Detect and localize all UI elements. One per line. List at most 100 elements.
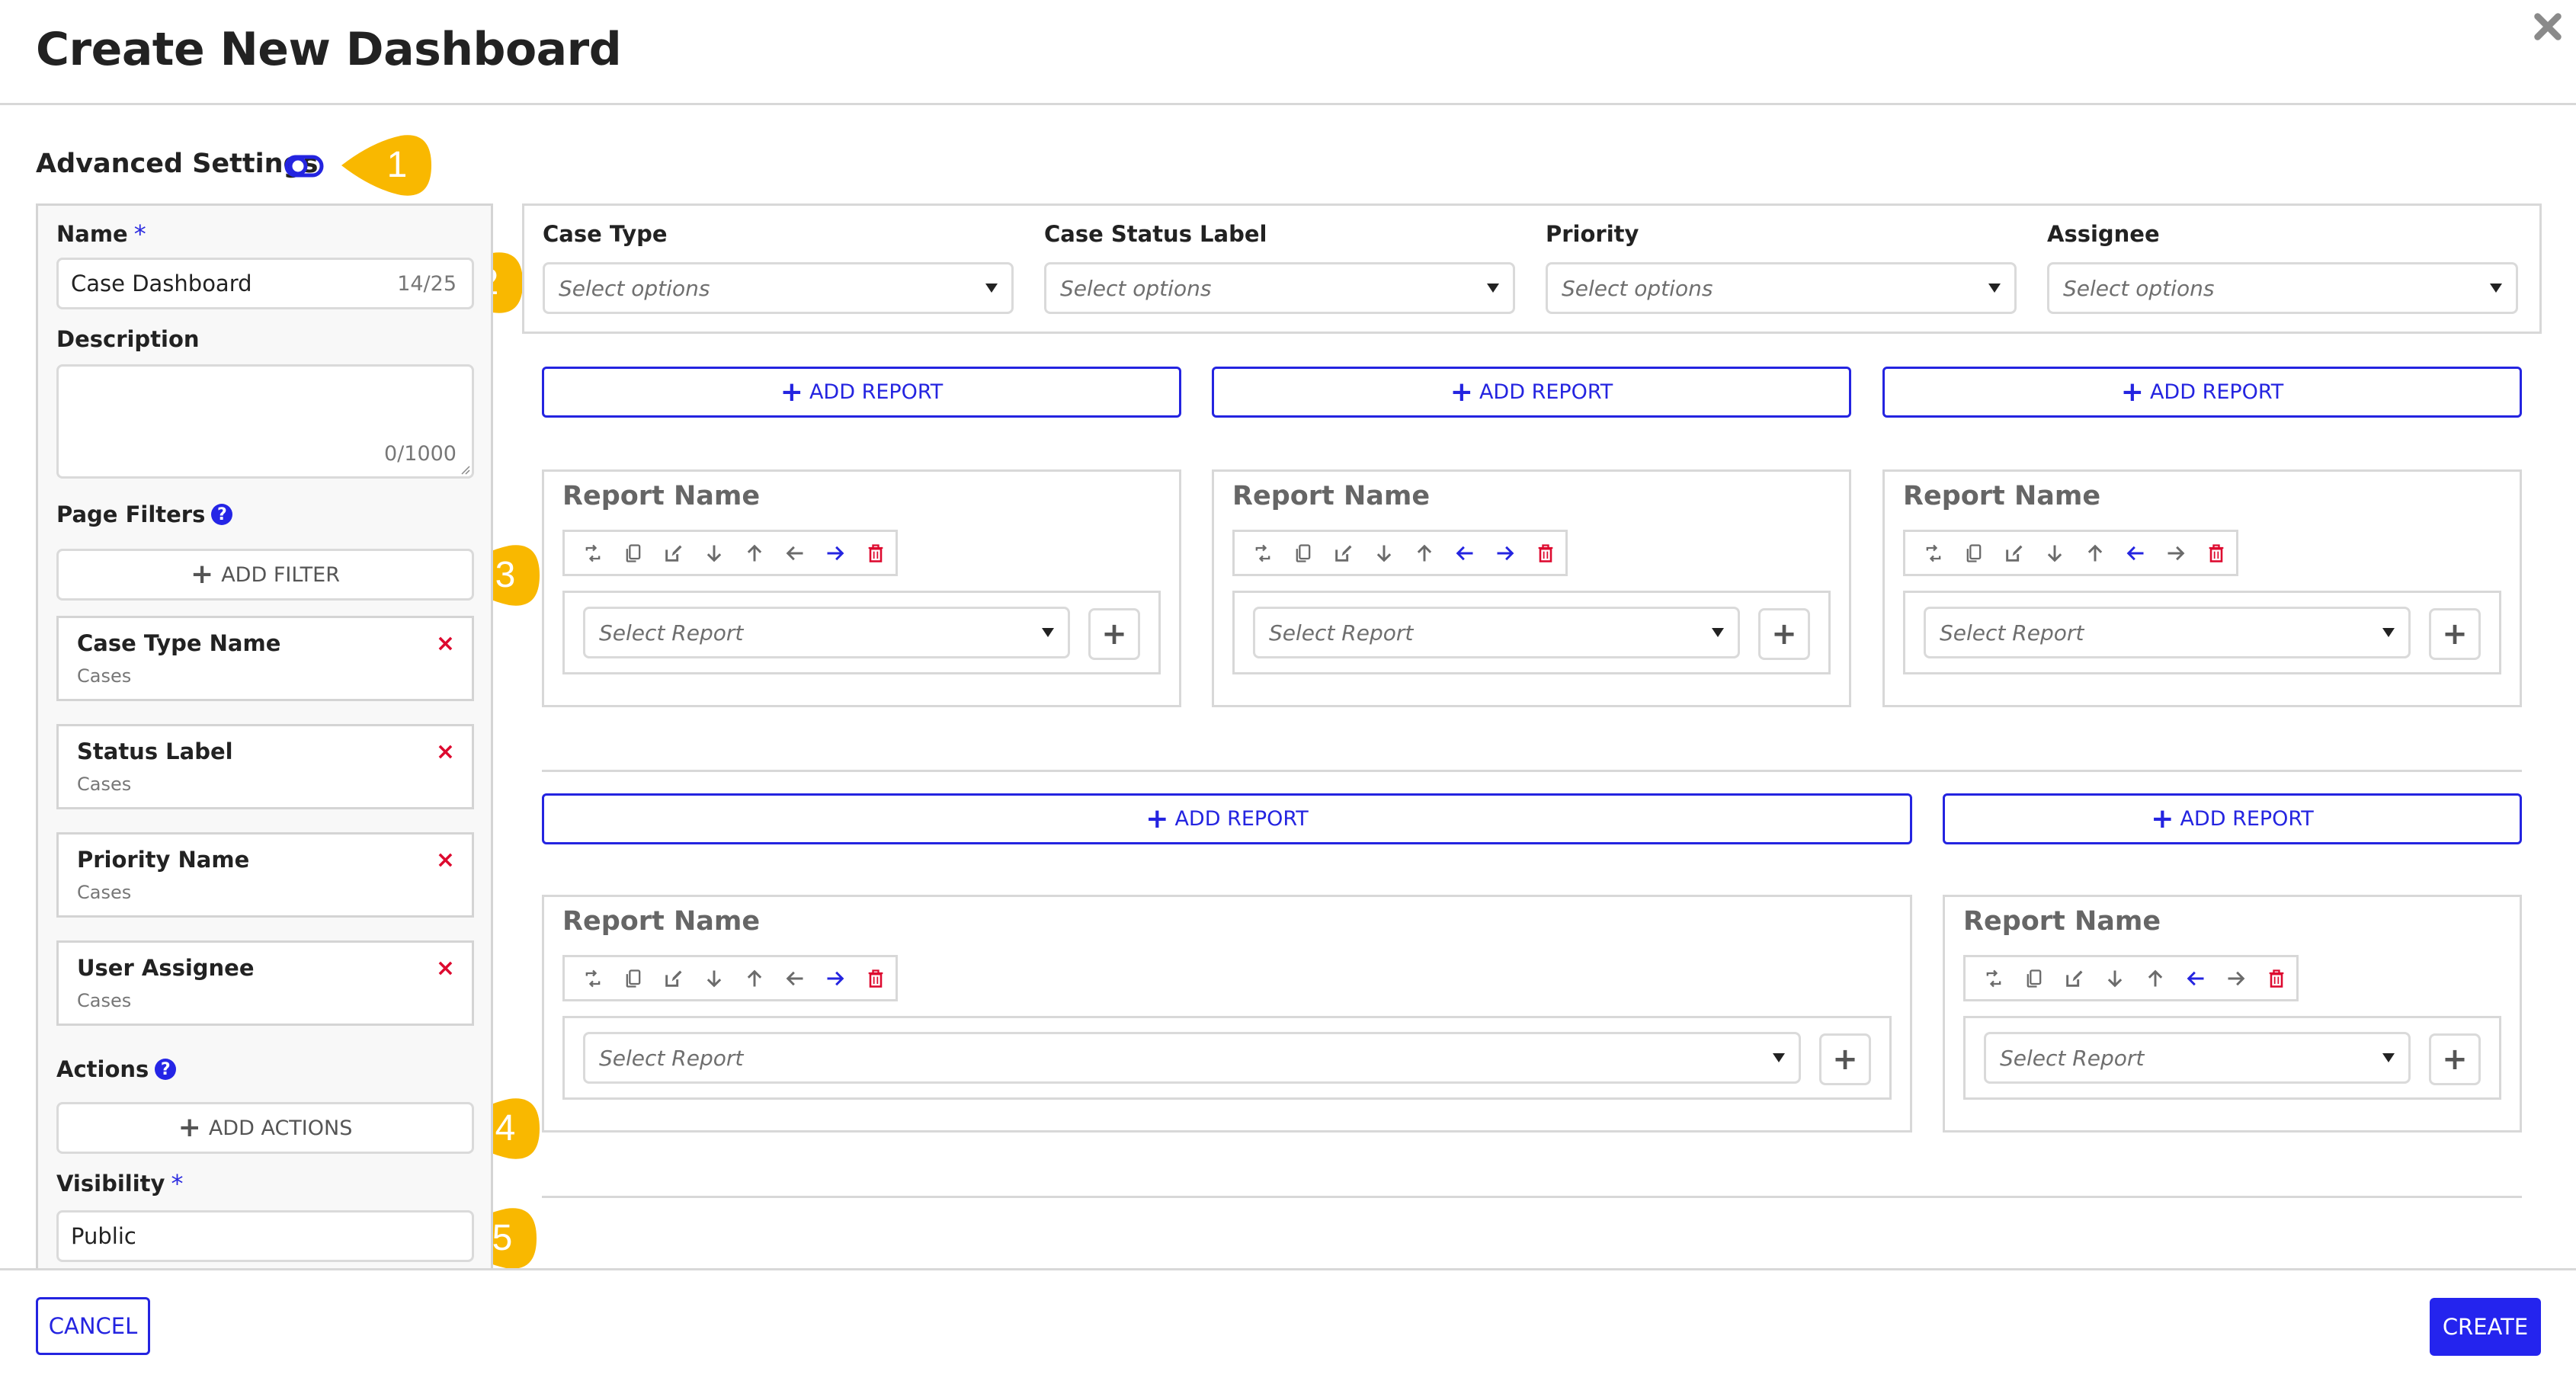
arrow-right-button[interactable] xyxy=(1485,538,1525,569)
duplicate-button[interactable] xyxy=(1283,538,1323,569)
name-char-counter: 14/25 xyxy=(397,271,457,296)
plus-icon: + xyxy=(780,376,803,408)
edit-icon xyxy=(665,970,681,987)
close-button[interactable] xyxy=(2530,9,2565,44)
arrow-left-button[interactable] xyxy=(774,538,815,569)
name-label: Name * xyxy=(56,219,146,248)
add-report-button[interactable]: + ADD REPORT xyxy=(1943,793,2522,844)
add-report-item-button[interactable]: + xyxy=(2429,1033,2481,1085)
swap-icon xyxy=(585,544,600,562)
remove-filter-icon[interactable]: × xyxy=(436,955,455,982)
report-card: Report Name Select Report + xyxy=(1943,895,2522,1133)
add-report-item-button[interactable]: + xyxy=(1758,608,1810,660)
select-report-dropdown[interactable]: Select Report xyxy=(1253,607,1740,658)
arrow-left-button[interactable] xyxy=(1444,538,1485,569)
swap-button[interactable] xyxy=(572,538,613,569)
arrow-left-button[interactable] xyxy=(774,963,815,994)
add-report-button[interactable]: + ADD REPORT xyxy=(542,793,1912,844)
required-mark: * xyxy=(171,1169,184,1198)
arrow-down-button[interactable] xyxy=(2094,963,2135,994)
create-button[interactable]: CREATE xyxy=(2430,1298,2541,1356)
trash-icon xyxy=(2269,969,2283,988)
swap-button[interactable] xyxy=(1913,538,1953,569)
case-status-label-select[interactable]: Select options xyxy=(1044,262,1515,314)
assignee-select[interactable]: Select options xyxy=(2047,262,2518,314)
arrow-up-button[interactable] xyxy=(2135,963,2175,994)
trash-button[interactable] xyxy=(855,963,896,994)
trash-button[interactable] xyxy=(2196,538,2236,569)
page-filters-label: Page Filters ? xyxy=(56,501,233,527)
add-report-button[interactable]: + ADD REPORT xyxy=(1882,367,2522,418)
duplicate-button[interactable] xyxy=(1953,538,1994,569)
trash-button[interactable] xyxy=(2256,963,2296,994)
plus-icon: + xyxy=(1832,1042,1858,1077)
add-report-item-button[interactable]: + xyxy=(2429,608,2481,660)
add-filter-button[interactable]: + ADD FILTER xyxy=(56,549,474,601)
page-filters-help-icon[interactable]: ? xyxy=(211,504,233,525)
arrow-down-button[interactable] xyxy=(694,538,734,569)
plus-icon: + xyxy=(1450,376,1473,408)
add-report-button[interactable]: + ADD REPORT xyxy=(1212,367,1851,418)
arrow-up-button[interactable] xyxy=(734,963,774,994)
arrow-left-button[interactable] xyxy=(2115,538,2155,569)
case-type-select[interactable]: Select options xyxy=(543,262,1014,314)
trash-button[interactable] xyxy=(1525,538,1565,569)
arrow-up-icon xyxy=(2087,544,2102,561)
arrow-right-button[interactable] xyxy=(815,963,855,994)
duplicate-button[interactable] xyxy=(2014,963,2054,994)
swap-icon xyxy=(1926,544,1940,562)
cancel-button[interactable]: CANCEL xyxy=(36,1297,150,1355)
arrow-down-icon xyxy=(706,545,721,562)
arrow-right-button[interactable] xyxy=(2155,538,2196,569)
arrow-up-icon xyxy=(747,969,761,986)
add-report-item-button[interactable]: + xyxy=(1088,608,1140,660)
select-report-dropdown[interactable]: Select Report xyxy=(1924,607,2411,658)
arrow-down-button[interactable] xyxy=(2034,538,2075,569)
arrow-up-button[interactable] xyxy=(1404,538,1444,569)
priority-select[interactable]: Select options xyxy=(1546,262,2017,314)
visibility-select[interactable]: Public xyxy=(56,1210,474,1262)
report-toolbar xyxy=(1232,530,1568,576)
add-actions-button[interactable]: + ADD ACTIONS xyxy=(56,1102,474,1154)
swap-button[interactable] xyxy=(1973,963,2014,994)
edit-button[interactable] xyxy=(1323,538,1363,569)
arrow-left-button[interactable] xyxy=(2175,963,2216,994)
arrow-down-button[interactable] xyxy=(1363,538,1404,569)
swap-button[interactable] xyxy=(572,963,613,994)
duplicate-button[interactable] xyxy=(613,963,653,994)
edit-button[interactable] xyxy=(653,963,694,994)
plus-icon: + xyxy=(1771,617,1797,652)
add-report-button[interactable]: + ADD REPORT xyxy=(542,367,1181,418)
plus-icon: + xyxy=(2442,617,2468,652)
remove-filter-icon[interactable]: × xyxy=(436,847,455,873)
duplicate-button[interactable] xyxy=(613,538,653,569)
arrow-right-button[interactable] xyxy=(815,538,855,569)
resize-handle-icon[interactable] xyxy=(460,464,470,475)
arrow-up-button[interactable] xyxy=(734,538,774,569)
description-textarea[interactable]: 0/1000 xyxy=(56,364,474,479)
swap-button[interactable] xyxy=(1242,538,1283,569)
trash-button[interactable] xyxy=(855,538,896,569)
footer-divider xyxy=(0,1268,2576,1270)
edit-button[interactable] xyxy=(1994,538,2034,569)
edit-button[interactable] xyxy=(653,538,694,569)
name-input[interactable]: Case Dashboard 14/25 xyxy=(56,258,474,309)
report-body: Select Report + xyxy=(1903,591,2501,674)
report-name-title: Report Name xyxy=(1232,481,1431,511)
report-toolbar xyxy=(1903,530,2238,576)
arrow-up-button[interactable] xyxy=(2075,538,2115,569)
remove-filter-icon[interactable]: × xyxy=(436,738,455,765)
select-report-dropdown[interactable]: Select Report xyxy=(1984,1032,2411,1084)
advanced-settings-toggle[interactable] xyxy=(284,155,324,178)
actions-help-icon[interactable]: ? xyxy=(155,1059,177,1080)
add-report-item-button[interactable]: + xyxy=(1819,1033,1871,1085)
remove-filter-icon[interactable]: × xyxy=(436,630,455,657)
arrow-right-icon xyxy=(2228,971,2244,985)
select-report-dropdown[interactable]: Select Report xyxy=(583,1032,1801,1084)
arrow-right-button[interactable] xyxy=(2216,963,2256,994)
arrow-down-button[interactable] xyxy=(694,963,734,994)
select-report-dropdown[interactable]: Select Report xyxy=(583,607,1070,658)
edit-button[interactable] xyxy=(2054,963,2094,994)
arrow-left-icon xyxy=(2126,546,2143,560)
arrow-up-icon xyxy=(747,544,761,561)
